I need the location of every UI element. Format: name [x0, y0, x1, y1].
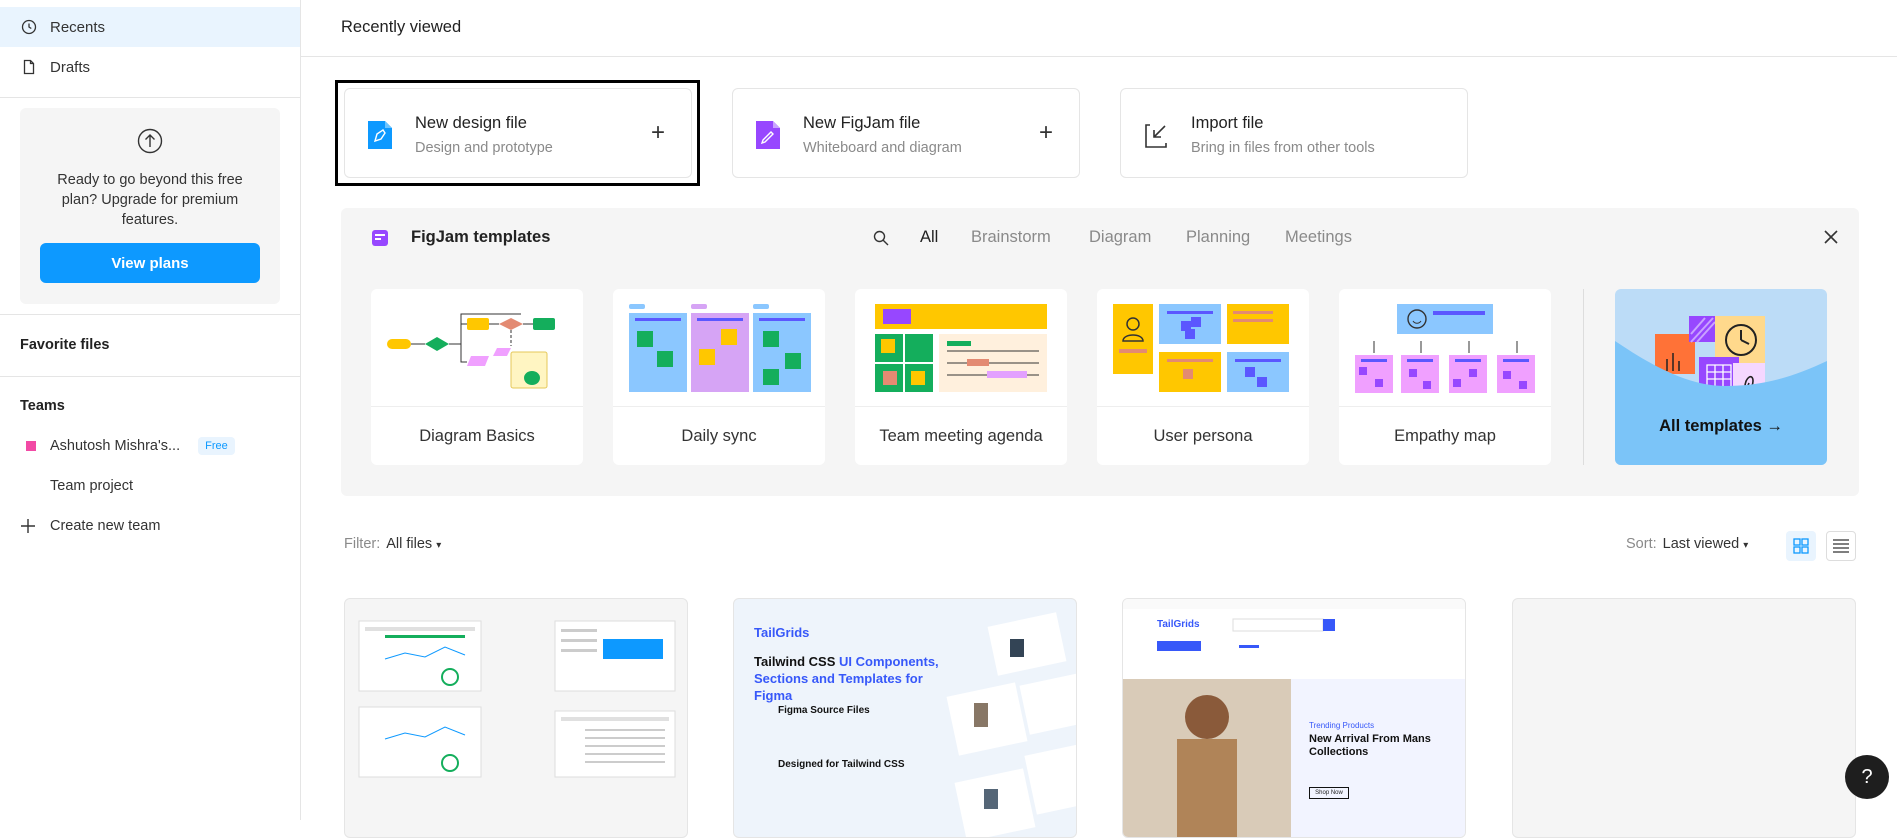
- header: Recently viewed: [301, 0, 1897, 57]
- view-plans-button[interactable]: View plans: [40, 243, 260, 283]
- shop-now-button: Shop Now: [1309, 787, 1349, 799]
- templates-title: FigJam templates: [411, 228, 551, 246]
- teams-title: Teams: [20, 398, 65, 414]
- list-view-button[interactable]: [1826, 531, 1856, 561]
- sidebar: Recents Drafts Ready to go beyond this f…: [0, 0, 301, 820]
- import-icon: [1141, 119, 1171, 151]
- arrow-up-circle-icon: [137, 128, 163, 159]
- template-label: Empathy map: [1394, 426, 1496, 445]
- template-thumbnail: [1097, 289, 1309, 407]
- sidebar-item-recents[interactable]: Recents: [0, 7, 300, 47]
- tab-all[interactable]: All: [920, 228, 938, 247]
- filter-dropdown[interactable]: All files ▾: [386, 536, 441, 552]
- team-color-swatch: [26, 441, 36, 451]
- import-file-button[interactable]: Import file Bring in files from other to…: [1120, 88, 1468, 178]
- template-thumbnail: [855, 289, 1067, 407]
- all-templates-button[interactable]: All templates →: [1615, 289, 1827, 465]
- file-card[interactable]: [344, 598, 688, 838]
- sidebar-item-label: Drafts: [50, 58, 91, 76]
- all-templates-illustration: [1615, 316, 1827, 465]
- sort-label: Sort:: [1626, 536, 1657, 552]
- figjam-templates-panel: FigJam templates All Brainstorm Diagram …: [341, 208, 1859, 496]
- filter-value: All files: [386, 536, 433, 552]
- all-templates-label: All templates →: [1659, 417, 1783, 435]
- grid-icon: [1793, 538, 1809, 554]
- plan-badge: Free: [198, 437, 235, 455]
- template-label: User persona: [1153, 426, 1253, 445]
- tab-meetings[interactable]: Meetings: [1285, 228, 1352, 247]
- card-title: Import file: [1191, 114, 1264, 132]
- clock-icon: [20, 18, 38, 36]
- template-card-user-persona[interactable]: User persona: [1097, 289, 1309, 465]
- card-subtitle: Whiteboard and diagram: [803, 140, 962, 156]
- team-item-project[interactable]: Team project: [50, 468, 133, 504]
- filter-label: Filter:: [344, 536, 381, 552]
- tab-diagram[interactable]: Diagram: [1089, 228, 1151, 247]
- divider: [0, 97, 300, 98]
- create-team-label: Create new team: [50, 518, 161, 534]
- file-card[interactable]: TailGrids Trending Products New Arrival …: [1122, 598, 1466, 838]
- divider: [1583, 289, 1584, 465]
- figjam-template-icon: [371, 229, 389, 252]
- file-card[interactable]: TailGrids Tailwind CSS UI Components, Se…: [733, 598, 1077, 838]
- tab-brainstorm[interactable]: Brainstorm: [971, 228, 1051, 247]
- team-item-ashutosh[interactable]: Ashutosh Mishra's... Free: [20, 428, 235, 464]
- divider: [0, 314, 300, 315]
- new-figjam-file-button[interactable]: New FigJam file Whiteboard and diagram +: [732, 88, 1080, 178]
- team-name: Ashutosh Mishra's...: [50, 438, 181, 454]
- selection-outline: [335, 80, 700, 186]
- list-icon: [1833, 539, 1849, 553]
- template-label: Daily sync: [681, 426, 757, 445]
- chevron-down-icon: ▾: [1743, 540, 1749, 551]
- template-label: Team meeting agenda: [879, 426, 1043, 445]
- page-title: Recently viewed: [341, 18, 462, 36]
- template-card-daily-sync[interactable]: Daily sync: [613, 289, 825, 465]
- card-title: New FigJam file: [803, 114, 921, 132]
- figjam-file-icon: [753, 119, 783, 151]
- team-name: Team project: [50, 478, 134, 494]
- ecommerce-mockup: [1123, 599, 1465, 837]
- template-card-empathy-map[interactable]: Empathy map: [1339, 289, 1551, 465]
- upgrade-text: Ready to go beyond this free plan? Upgra…: [57, 172, 243, 228]
- sidebar-item-label: Recents: [50, 18, 106, 36]
- upgrade-panel: Ready to go beyond this free plan? Upgra…: [20, 108, 280, 304]
- plus-icon: [20, 518, 36, 534]
- template-card-diagram-basics[interactable]: Diagram Basics: [371, 289, 583, 465]
- file-card[interactable]: [1512, 598, 1856, 838]
- sort-dropdown[interactable]: Last viewed ▾: [1663, 536, 1749, 552]
- grid-view-button[interactable]: [1786, 531, 1816, 561]
- search-icon[interactable]: [873, 230, 889, 251]
- divider: [0, 376, 300, 377]
- template-card-team-meeting-agenda[interactable]: Team meeting agenda: [855, 289, 1067, 465]
- card-subtitle: Bring in files from other tools: [1191, 140, 1375, 156]
- create-team-button[interactable]: Create new team: [20, 508, 160, 544]
- plus-icon: +: [1038, 119, 1053, 146]
- favorite-files-title[interactable]: Favorite files: [20, 337, 109, 353]
- chevron-down-icon: ▾: [436, 540, 442, 551]
- template-thumbnail: [1339, 289, 1551, 407]
- sort-value: Last viewed: [1662, 536, 1740, 552]
- template-thumbnail: [371, 289, 583, 407]
- tailgrids-mockups: [946, 612, 1076, 837]
- template-label: Diagram Basics: [419, 426, 535, 445]
- filter-control: Filter: All files ▾: [344, 536, 441, 552]
- sidebar-item-drafts[interactable]: Drafts: [0, 47, 300, 87]
- template-thumbnail: [613, 289, 825, 407]
- dashboard-thumbnail: [358, 620, 676, 778]
- close-icon[interactable]: [1823, 229, 1839, 250]
- sort-control: Sort: Last viewed ▾: [1626, 536, 1748, 552]
- file-icon: [20, 58, 38, 76]
- help-button[interactable]: ?: [1845, 755, 1889, 799]
- tab-planning[interactable]: Planning: [1186, 228, 1250, 247]
- trending-tag: Trending Products: [1309, 721, 1375, 730]
- ecommerce-headline: New Arrival From Mans Collections: [1309, 733, 1431, 758]
